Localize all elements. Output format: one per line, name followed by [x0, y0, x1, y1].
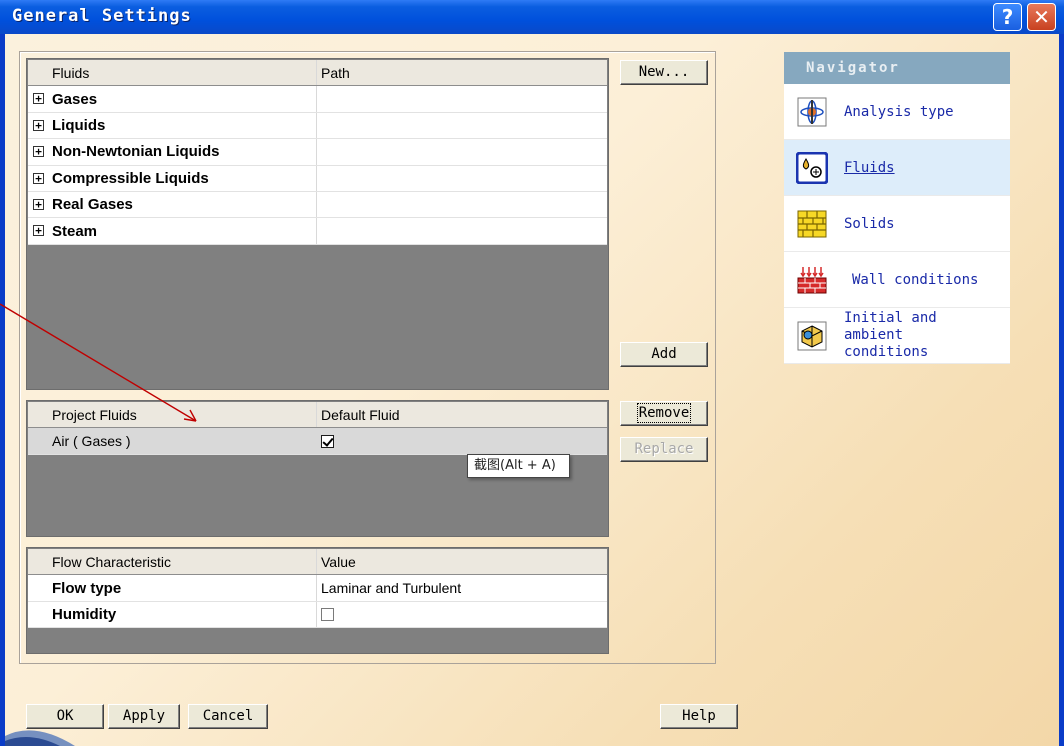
dialog-client-area: Fluids Path + Gases + Liquids + Non-Newtoni…	[5, 34, 1059, 746]
path-column-header[interactable]: Path	[317, 60, 607, 85]
fluids-library-panel: Fluids Path + Gases + Liquids + Non-Newtoni…	[26, 58, 609, 390]
fluid-category-non-newtonian: Non-Newtonian Liquids	[52, 143, 220, 161]
title-bar[interactable]: General Settings ? ✕	[0, 0, 1064, 34]
fluid-category-liquids: Liquids	[52, 116, 106, 134]
flow-characteristics-table: Flow Characteristic Value Flow type Lami…	[28, 549, 607, 629]
add-button[interactable]: Add	[620, 342, 708, 367]
screenshot-tooltip: 截图(Alt + A)	[467, 454, 570, 478]
fluid-category-real-gases: Real Gases	[52, 196, 133, 214]
nav-label-fluids: Fluids	[844, 159, 895, 176]
expand-icon[interactable]: +	[33, 225, 44, 237]
table-row[interactable]: + Gases	[28, 86, 607, 113]
expand-icon[interactable]: +	[33, 93, 44, 105]
flow-type-value[interactable]: Laminar and Turbulent	[317, 575, 607, 600]
table-row[interactable]: + Liquids	[28, 112, 607, 140]
fluid-category-gases: Gases	[52, 90, 98, 108]
expand-icon[interactable]: +	[33, 198, 44, 210]
nav-label-analysis-type: Analysis type	[844, 103, 954, 120]
close-icon[interactable]: ✕	[1027, 3, 1056, 31]
table-row[interactable]: + Non-Newtonian Liquids	[28, 139, 607, 166]
project-fluids-header: Project Fluids Default Fluid	[28, 402, 607, 429]
humidity-label: Humidity	[28, 601, 317, 628]
navigator-title: Navigator	[784, 52, 1010, 84]
help-button[interactable]: Help	[660, 704, 738, 729]
expand-icon[interactable]: +	[33, 172, 44, 184]
fluid-path	[317, 86, 607, 111]
flow-characteristic-column-header[interactable]: Flow Characteristic	[28, 549, 317, 575]
analysis-type-icon	[796, 96, 828, 128]
remove-button[interactable]: Remove	[620, 401, 708, 426]
expand-icon[interactable]: +	[33, 119, 44, 131]
table-row[interactable]: Humidity	[28, 601, 607, 629]
nav-item-wall-conditions[interactable]: Wall conditions	[784, 252, 1010, 308]
flow-type-label: Flow type	[28, 575, 317, 601]
fluid-category-compressible: Compressible Liquids	[52, 169, 209, 187]
default-fluid-checkbox[interactable]	[321, 434, 334, 448]
apply-button[interactable]: Apply	[108, 704, 180, 729]
nav-label-wall-conditions: Wall conditions	[852, 271, 979, 288]
project-fluids-table: Project Fluids Default Fluid Air ( Gases…	[28, 402, 607, 455]
replace-button[interactable]: Replace	[620, 437, 708, 462]
new-button[interactable]: New...	[620, 60, 708, 85]
project-fluids-column-header[interactable]: Project Fluids	[28, 402, 317, 428]
solids-icon	[796, 208, 828, 240]
table-row[interactable]: Air ( Gases )	[28, 428, 607, 455]
cancel-button[interactable]: Cancel	[188, 704, 268, 729]
fluids-table-header: Fluids Path	[28, 60, 607, 87]
navigator-panel: Navigator Analysis type Fluids Solids Wa…	[784, 52, 1010, 364]
value-column-header[interactable]: Value	[317, 549, 607, 574]
fluid-path	[317, 113, 607, 138]
wall-conditions-icon	[796, 264, 828, 296]
fluid-path	[317, 139, 607, 164]
fluids-table: Fluids Path + Gases + Liquids + Non-Newtoni…	[28, 60, 607, 245]
nav-label-solids: Solids	[844, 215, 895, 232]
fluid-path	[317, 192, 607, 217]
ok-button[interactable]: OK	[26, 704, 104, 729]
table-row[interactable]: + Compressible Liquids	[28, 165, 607, 192]
fluid-path	[317, 166, 607, 191]
table-row[interactable]: Flow type Laminar and Turbulent	[28, 575, 607, 602]
fluids-column-header[interactable]: Fluids	[28, 60, 317, 86]
nav-item-analysis-type[interactable]: Analysis type	[784, 84, 1010, 140]
nav-item-solids[interactable]: Solids	[784, 196, 1010, 252]
window-title: General Settings	[12, 6, 192, 26]
flow-characteristics-header: Flow Characteristic Value	[28, 549, 607, 576]
flow-characteristics-panel: Flow Characteristic Value Flow type Lami…	[26, 547, 609, 654]
help-icon[interactable]: ?	[993, 3, 1022, 31]
humidity-checkbox[interactable]	[321, 607, 334, 621]
table-row[interactable]: + Steam	[28, 218, 607, 245]
nav-item-fluids[interactable]: Fluids	[784, 140, 1010, 196]
expand-icon[interactable]: +	[33, 146, 44, 158]
general-settings-window: General Settings ? ✕ Fluids Path + Gases …	[0, 0, 1064, 746]
fluids-icon	[796, 151, 828, 184]
nav-label-initial-conditions: Initial and ambient conditions	[844, 310, 937, 360]
fluid-category-steam: Steam	[52, 222, 98, 240]
nav-item-initial-conditions[interactable]: Initial and ambient conditions	[784, 308, 1010, 364]
initial-conditions-icon	[796, 320, 828, 352]
fluid-path	[317, 218, 607, 243]
default-fluid-column-header[interactable]: Default Fluid	[317, 402, 607, 427]
project-fluid-name: Air ( Gases )	[28, 428, 317, 454]
table-row[interactable]: + Real Gases	[28, 191, 607, 219]
